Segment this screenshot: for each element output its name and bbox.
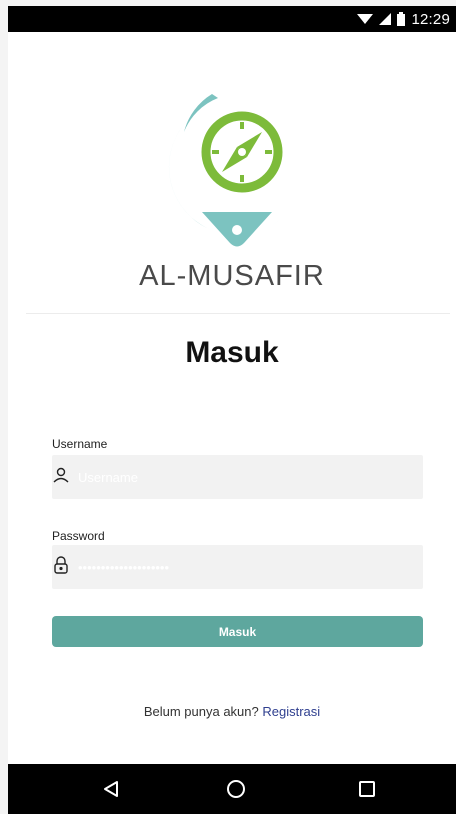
recents-icon	[359, 781, 375, 797]
back-button[interactable]	[98, 777, 124, 801]
brand-name: AL-MUSAFIR	[139, 260, 325, 292]
user-icon	[53, 467, 69, 483]
status-time: 12:29	[411, 10, 450, 28]
lock-icon	[54, 556, 68, 574]
recents-button[interactable]	[354, 777, 380, 801]
home-button[interactable]	[223, 777, 249, 801]
compass-pin-logo	[168, 94, 290, 247]
password-label: Password	[52, 529, 105, 543]
wifi-icon	[357, 14, 374, 24]
status-bar: 12:29	[8, 6, 456, 32]
app-screen: 12:29 AL-MUSAFIR Masuk Username Pass	[8, 6, 456, 814]
username-label: Username	[52, 437, 108, 451]
back-icon	[104, 781, 118, 797]
password-input[interactable]	[78, 545, 408, 589]
navigation-bar	[8, 764, 456, 814]
password-field[interactable]	[52, 545, 423, 589]
username-input[interactable]	[78, 455, 408, 499]
signal-icon	[379, 13, 392, 25]
home-icon	[227, 780, 245, 798]
register-link[interactable]: Registrasi	[262, 704, 320, 719]
divider	[26, 313, 450, 314]
login-button[interactable]: Masuk	[52, 616, 423, 647]
page-title: Masuk	[185, 336, 279, 369]
register-prompt: Belum punya akun? Registrasi	[8, 704, 456, 719]
status-icons: 12:29	[357, 10, 450, 28]
register-prompt-text: Belum punya akun?	[143, 704, 259, 719]
battery-icon	[397, 12, 406, 26]
username-field[interactable]	[52, 455, 423, 499]
